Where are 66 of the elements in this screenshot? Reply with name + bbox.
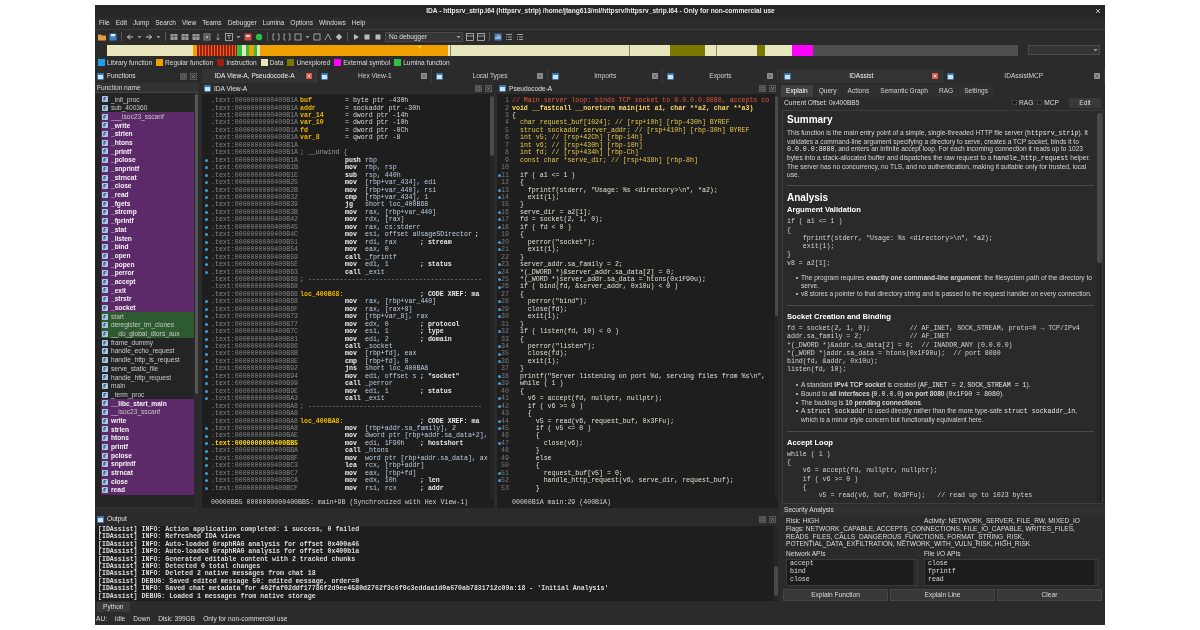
bar-chart-icon[interactable] [494, 32, 502, 41]
function-icon [102, 374, 108, 381]
float-icon[interactable] [759, 515, 766, 523]
function-icon [102, 174, 108, 181]
function-icon [102, 287, 108, 294]
square-icon[interactable] [313, 32, 321, 41]
back-arrow-icon[interactable] [126, 32, 134, 41]
diamond-icon[interactable] [335, 32, 343, 41]
chevron-up-icon[interactable] [324, 32, 332, 41]
list-icon[interactable] [516, 32, 524, 41]
bracket-icon[interactable] [272, 32, 280, 41]
function-icon [102, 235, 108, 242]
window-icon [204, 85, 211, 92]
scrollbar[interactable] [194, 93, 199, 507]
square-icon[interactable] [294, 32, 302, 41]
bracket-icon[interactable] [283, 32, 291, 41]
function-icon [102, 122, 108, 129]
function-icon [102, 313, 108, 320]
status-dot-icon[interactable] [255, 32, 263, 41]
play-icon[interactable] [352, 32, 360, 41]
window-icon [499, 85, 506, 92]
section-heading: Analysis [787, 192, 830, 205]
folder-icon[interactable] [98, 32, 106, 41]
checkbox-icon[interactable] [1012, 100, 1018, 106]
stack-icon[interactable] [203, 32, 211, 41]
grid-icon[interactable] [192, 32, 200, 41]
function-icon [102, 96, 108, 103]
window-icon [97, 515, 104, 523]
function-icon [102, 487, 108, 494]
function-icon [102, 200, 108, 207]
function-icon [102, 261, 108, 268]
window-icon[interactable] [477, 32, 485, 41]
function-icon [102, 400, 108, 407]
close-icon[interactable] [536, 73, 543, 79]
list-icon[interactable] [505, 32, 513, 41]
function-icon [102, 148, 108, 155]
grid-icon[interactable] [181, 32, 189, 41]
close-icon[interactable] [421, 73, 428, 79]
close-icon[interactable] [651, 73, 658, 79]
window-icon [784, 72, 791, 80]
forward-arrow-icon[interactable] [145, 32, 153, 41]
function-icon [102, 339, 108, 346]
down-arrow-icon[interactable] [214, 32, 222, 41]
close-icon[interactable] [306, 73, 313, 79]
save-icon[interactable] [109, 32, 117, 41]
window-icon [551, 72, 559, 80]
tile-icon[interactable] [244, 32, 252, 41]
section-heading: Summary [787, 114, 834, 126]
function-icon [102, 478, 108, 485]
grid-icon[interactable] [170, 32, 178, 41]
window-icon [946, 72, 954, 80]
text-box-icon[interactable] [225, 32, 233, 41]
window-icon [666, 72, 674, 80]
window-icon[interactable] [466, 32, 474, 41]
window-icon [321, 72, 329, 80]
float-icon[interactable] [180, 72, 187, 80]
caret-icon[interactable] [1093, 46, 1098, 54]
function-icon [102, 452, 108, 459]
window-icon [436, 72, 444, 80]
scrollbar[interactable] [1097, 111, 1102, 503]
function-icon [102, 426, 108, 433]
function-icon [102, 226, 108, 233]
window-icon [97, 72, 104, 80]
function-icon [102, 365, 108, 372]
checkbox-icon[interactable] [1037, 100, 1043, 106]
navigation-band[interactable] [107, 44, 1018, 56]
